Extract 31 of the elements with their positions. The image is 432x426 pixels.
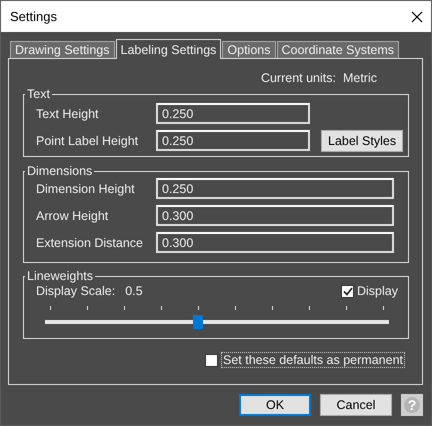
cancel-button[interactable]: Cancel: [320, 394, 392, 416]
label-styles-button[interactable]: Label Styles: [321, 130, 404, 152]
slider-thumb[interactable]: [193, 315, 204, 329]
tab[interactable]: Drawing Settings: [10, 41, 114, 58]
tab[interactable]: Options: [222, 41, 276, 58]
scale-label: Display Scale:: [36, 284, 116, 298]
checkbox[interactable]: [341, 284, 354, 298]
field-label: Dimension Height: [36, 182, 136, 196]
units-value: Metric: [342, 71, 377, 85]
group-title: Text: [26, 87, 51, 101]
field-label: Arrow Height: [36, 208, 110, 222]
input-field[interactable]: 0.250: [156, 178, 394, 199]
tab[interactable]: Coordinate Systems: [276, 41, 400, 58]
window-title: Settings: [10, 9, 57, 24]
field-label: Text Height: [36, 106, 100, 120]
checkbox-label: Display: [357, 284, 398, 298]
tab[interactable]: Labeling Settings: [116, 39, 222, 59]
scale-value: 0.5: [125, 284, 143, 298]
group-title: Dimensions: [26, 164, 94, 178]
ok-button[interactable]: OK: [239, 394, 311, 416]
field-label: Point Label Height: [36, 134, 140, 148]
checkbox-label: Set these defaults as permanent: [221, 352, 405, 368]
close-icon[interactable]: [411, 10, 423, 22]
input-field[interactable]: 0.250: [156, 130, 310, 151]
units-label: Current units:: [260, 71, 336, 85]
field-label: Extension Distance: [36, 236, 144, 250]
input-field[interactable]: 0.250: [156, 103, 310, 124]
group-title: Lineweights: [26, 269, 94, 283]
checkbox[interactable]: [205, 354, 218, 366]
input-field[interactable]: 0.300: [156, 205, 394, 226]
input-field[interactable]: 0.300: [156, 232, 394, 253]
